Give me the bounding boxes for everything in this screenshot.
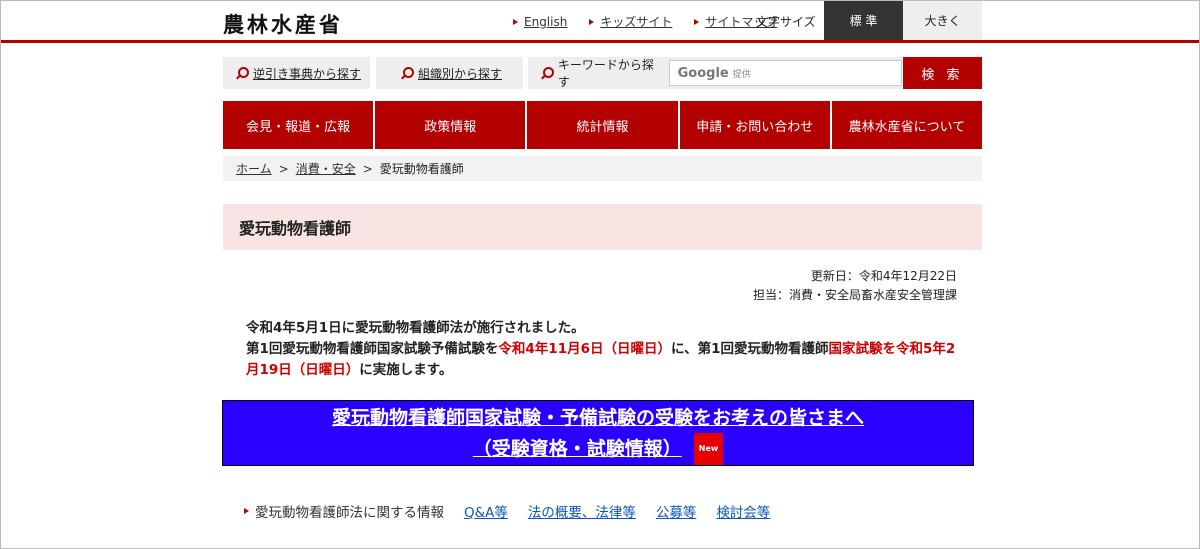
banner-line-2: （受験資格・試験情報） New [223,433,973,465]
arrow-icon [513,18,518,25]
google-provided: 提供 [732,69,751,80]
nav-statistics[interactable]: 統計情報 [527,101,678,149]
site-header: 農林水産省 English キッズサイト サイトマップ 文字サイズ 標 準 大き… [1,1,1199,41]
exam-info-banner[interactable]: 愛玩動物看護師国家試験・予備試験の受験をお考えの皆さまへ （受験資格・試験情報）… [222,400,974,466]
prelim-exam-date: 令和4年11月6日（日曜日） [498,341,671,357]
intro-line-2: 第1回愛玩動物看護師国家試験予備試験を令和4年11月6日（日曜日）に、第1回愛玩… [246,341,956,378]
site-logo[interactable]: 農林水産省 [223,9,343,39]
page-meta: 更新日：令和4年12月22日 担当：消費・安全局畜水産安全管理課 [753,267,957,305]
font-size-large-button[interactable]: 大きく [903,1,982,40]
english-link[interactable]: English [513,13,567,30]
related-info: 愛玩動物看護師法に関する情報 Q&A等 法の概要、法律等 公募等 検討会等 [244,501,790,521]
nav-applications[interactable]: 申請・お問い合わせ [679,101,830,149]
search-icon [540,66,554,80]
breadcrumb-current: 愛玩動物看護師 [379,162,464,176]
public-offering-link[interactable]: 公募等 [656,501,697,521]
breadcrumb-separator: > [362,161,373,176]
breadcrumb: ホーム > 消費・安全 > 愛玩動物看護師 [223,156,982,181]
related-info-label: 愛玩動物看護師法に関する情報 [255,505,444,521]
page-title: 愛玩動物看護師 [223,204,982,250]
updated-date: 更新日：令和4年12月22日 [810,269,957,283]
kids-site-link[interactable]: キッズサイト [589,13,672,30]
department: 担当：消費・安全局畜水産安全管理課 [752,288,957,302]
new-badge: New [693,433,724,465]
nav-press[interactable]: 会見・報道・広報 [223,101,374,149]
breadcrumb-home[interactable]: ホーム [236,160,272,177]
arrow-icon [244,508,249,514]
search-button[interactable]: 検 索 [903,57,982,89]
intro-text: 令和4年5月1日に愛玩動物看護師法が施行されました。 第1回愛玩動物看護師国家試… [246,318,966,381]
search-icon [235,66,249,80]
font-size-label: 文字サイズ [756,15,816,29]
font-size-standard-button[interactable]: 標 準 [824,1,903,40]
arrow-icon [694,18,700,25]
arrow-icon [589,18,595,25]
study-group-link[interactable]: 検討会等 [716,501,770,521]
nav-about[interactable]: 農林水産省について [831,101,983,149]
by-organization-button[interactable]: 組織別から探す [376,57,523,89]
keyword-label: キーワードから探す [557,58,654,89]
keyword-search: キーワードから探す Google 提供 [528,57,902,89]
breadcrumb-separator: > [278,161,289,176]
header-divider [1,40,1199,43]
global-nav: 会見・報道・広報 政策情報 統計情報 申請・お問い合わせ 農林水産省について [223,101,983,149]
search-input[interactable]: Google 提供 [668,60,902,86]
law-overview-link[interactable]: 法の概要、法律等 [528,501,636,521]
nav-policy[interactable]: 政策情報 [375,101,526,149]
breadcrumb-parent[interactable]: 消費・安全 [296,160,356,177]
google-word: Google [677,65,729,81]
banner-line-1: 愛玩動物看護師国家試験・予備試験の受験をお考えの皆さまへ [331,407,864,429]
qa-link[interactable]: Q&A等 [464,501,508,521]
search-icon [400,66,414,80]
intro-line-1: 令和4年5月1日に愛玩動物看護師法が施行されました。 [246,320,585,336]
reverse-lookup-button[interactable]: 逆引き事典から探す [223,57,370,89]
